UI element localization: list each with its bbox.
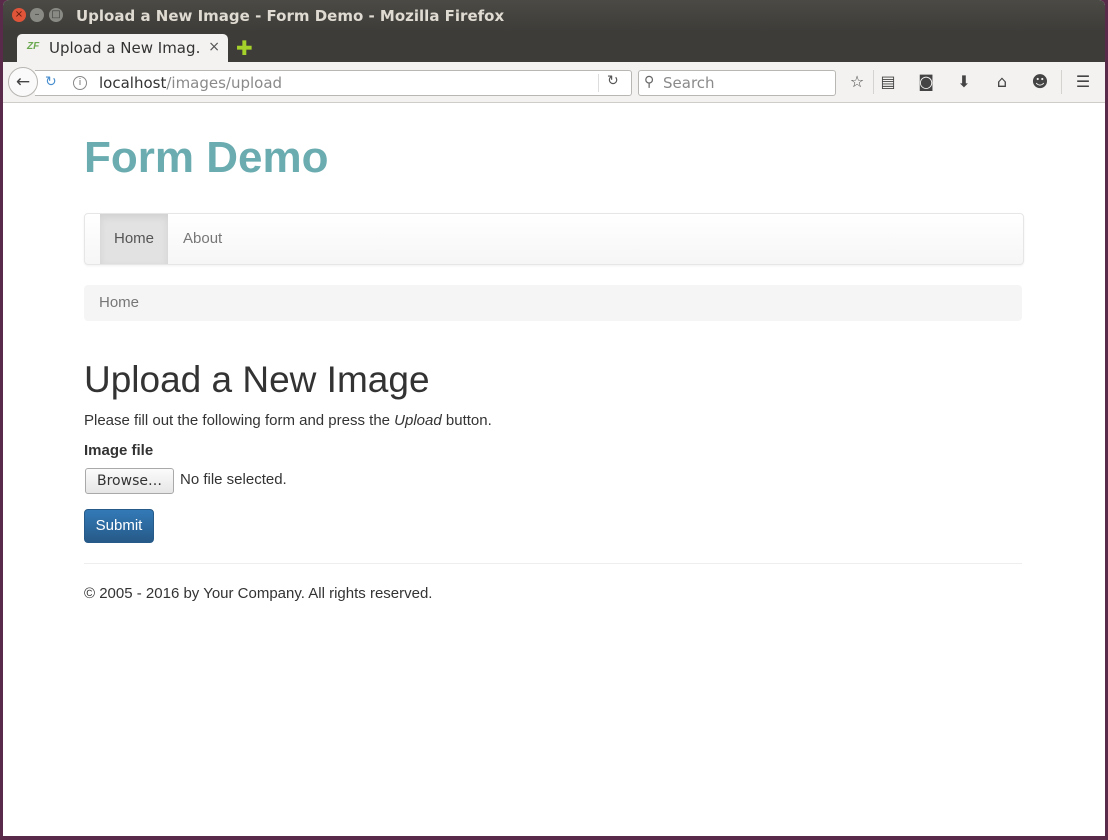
footer-copyright: © 2005 - 2016 by Your Company. All right…: [84, 585, 433, 602]
home-icon[interactable]: ⌂: [991, 71, 1013, 93]
instructions-text-end: button.: [441, 412, 492, 429]
image-file-label: Image file: [84, 442, 154, 459]
url-bar[interactable]: ↻ i localhost/images/upload ↻: [35, 70, 632, 96]
window-minimize-button[interactable]: –: [30, 8, 44, 22]
main-nav: Home About: [84, 213, 1024, 265]
nav-item-about[interactable]: About: [183, 214, 222, 264]
file-status-text: No file selected.: [180, 471, 287, 488]
reading-list-icon[interactable]: ▤: [877, 71, 899, 93]
instructions-text-start: Please fill out the following form and p…: [84, 412, 395, 429]
search-icon: ⚲: [644, 74, 655, 90]
form-instructions: Please fill out the following form and p…: [84, 412, 492, 429]
title-bar: × – □ Upload a New Image - Form Demo - M…: [3, 0, 1105, 32]
bookmark-star-icon[interactable]: ☆: [846, 71, 868, 93]
search-input[interactable]: [661, 73, 833, 93]
url-path: /images/upload: [166, 74, 283, 92]
search-bar[interactable]: ⚲: [638, 70, 836, 96]
back-icon[interactable]: ←: [8, 67, 38, 97]
window-close-button[interactable]: ×: [12, 8, 26, 22]
info-icon[interactable]: i: [73, 76, 87, 90]
browser-window: × – □ Upload a New Image - Form Demo - M…: [3, 0, 1105, 836]
nav-item-home[interactable]: Home: [100, 214, 168, 264]
tab-close-icon[interactable]: ×: [208, 39, 220, 55]
new-tab-icon[interactable]: ✚: [236, 36, 253, 60]
brand-title[interactable]: Form Demo: [84, 133, 328, 183]
tab-label: Upload a New Imag…: [49, 39, 199, 57]
hello-icon[interactable]: ☻: [1029, 71, 1051, 93]
reload-icon[interactable]: ↻: [45, 74, 57, 90]
downloads-icon[interactable]: ⬇: [953, 71, 975, 93]
navigation-toolbar: ↻ i localhost/images/upload ↻ ← ⚲ ☆ ▤ ◙ …: [3, 62, 1105, 103]
zf-favicon-icon: ZF: [27, 41, 40, 52]
url-reload-icon[interactable]: ↻: [607, 73, 619, 89]
menu-icon[interactable]: ☰: [1072, 71, 1094, 93]
breadcrumb[interactable]: Home: [84, 285, 1022, 321]
submit-button[interactable]: Submit: [84, 509, 154, 543]
toolbar-divider: [1061, 70, 1062, 94]
instructions-upload-emphasis: Upload: [394, 412, 442, 429]
footer-divider: [84, 563, 1022, 564]
url-divider: [598, 74, 599, 92]
pocket-icon[interactable]: ◙: [915, 71, 937, 93]
window-title: Upload a New Image - Form Demo - Mozilla…: [76, 7, 505, 25]
page-title: Upload a New Image: [84, 359, 430, 400]
window-maximize-button[interactable]: □: [49, 8, 63, 22]
url-host: localhost: [99, 74, 167, 92]
page-content: Form Demo Home About Home Upload a New I…: [3, 103, 1105, 836]
browse-button[interactable]: Browse…: [85, 468, 174, 494]
url-text[interactable]: localhost/images/upload: [99, 74, 282, 92]
toolbar-divider: [873, 70, 874, 94]
tab-strip: ZF Upload a New Imag… × ✚: [3, 32, 1105, 62]
tab-upload-image[interactable]: ZF Upload a New Imag… ×: [17, 34, 228, 62]
